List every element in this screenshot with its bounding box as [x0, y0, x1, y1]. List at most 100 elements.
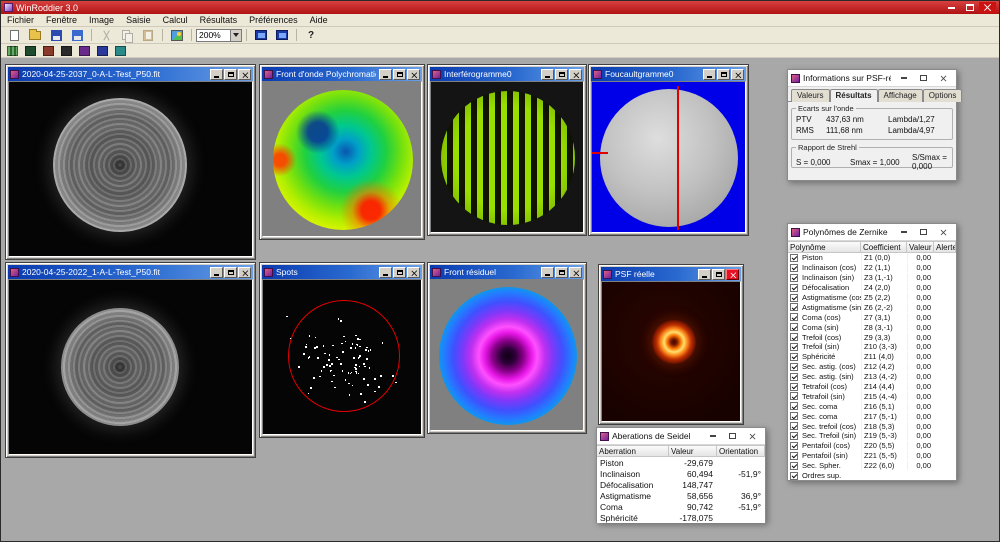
- zernike-row[interactable]: Pentafoil (cos) Z20 (5,5) 0,00: [788, 441, 956, 451]
- close-button[interactable]: [238, 266, 251, 278]
- window-titlebar[interactable]: Interférogramme0: [430, 67, 584, 81]
- zernike-row[interactable]: Défocalisation Z4 (2,0) 0,00: [788, 283, 956, 293]
- column-header[interactable]: Valeur: [907, 241, 934, 253]
- copy-button[interactable]: [117, 28, 137, 43]
- checkbox-checked[interactable]: [790, 402, 798, 411]
- column-header[interactable]: Polynôme: [788, 241, 861, 253]
- maximize-button[interactable]: [393, 266, 406, 278]
- zernike-row[interactable]: Trefoil (sin) Z10 (3,-3) 0,00: [788, 342, 956, 352]
- zernike-row[interactable]: Sec. astig. (cos) Z12 (4,2) 0,00: [788, 362, 956, 372]
- zernike-row[interactable]: Sec. Spher. Z22 (6,0) 0,00: [788, 461, 956, 471]
- info-tab[interactable]: Options: [922, 89, 963, 102]
- column-header[interactable]: Valeur: [669, 445, 717, 457]
- close-button[interactable]: [743, 429, 762, 443]
- column-header[interactable]: Orientation: [717, 445, 765, 457]
- zernike-row[interactable]: Tetrafoil (cos) Z14 (4,4) 0,00: [788, 382, 956, 392]
- app-titlebar[interactable]: WinRoddier 3.0: [1, 1, 999, 14]
- window-titlebar[interactable]: Front résiduel: [430, 265, 584, 279]
- column-header[interactable]: Alerte: [934, 241, 956, 253]
- minimize-button[interactable]: [894, 225, 913, 239]
- close-button[interactable]: [726, 268, 739, 280]
- minimize-button[interactable]: [703, 68, 716, 80]
- zernike-row[interactable]: Sec. coma Z16 (5,1) 0,00: [788, 401, 956, 411]
- tile-windows-button[interactable]: [272, 28, 292, 43]
- zernike-row[interactable]: Astigmatisme (sin) Z6 (2,-2) 0,00: [788, 302, 956, 312]
- chevron-down-icon[interactable]: [230, 29, 241, 41]
- help-button[interactable]: ?: [301, 28, 321, 43]
- minimize-button[interactable]: [541, 68, 554, 80]
- save-all-button[interactable]: [67, 28, 87, 43]
- close-button[interactable]: [569, 68, 582, 80]
- checkbox-checked[interactable]: [790, 441, 798, 450]
- close-button[interactable]: [238, 68, 251, 80]
- view-toggle-button-2[interactable]: [22, 45, 39, 57]
- minimize-button[interactable]: [379, 266, 392, 278]
- maximize-button[interactable]: [712, 268, 725, 280]
- table-row[interactable]: Coma 90,742 -51,9°: [597, 501, 765, 512]
- close-button[interactable]: [407, 68, 420, 80]
- checkbox-checked[interactable]: [790, 461, 798, 470]
- window-titlebar[interactable]: Spots: [262, 265, 422, 279]
- checkbox-checked[interactable]: [790, 422, 798, 431]
- minimize-button[interactable]: [210, 266, 223, 278]
- info-tab[interactable]: Affichage: [877, 89, 923, 102]
- menu-item[interactable]: Aide: [304, 14, 334, 26]
- maximize-button[interactable]: [224, 68, 237, 80]
- zoom-select[interactable]: 200%: [196, 28, 242, 42]
- zernike-row[interactable]: Sec. astig. (sin) Z13 (4,-2) 0,00: [788, 372, 956, 382]
- close-button[interactable]: [979, 2, 996, 13]
- zernike-row[interactable]: Sec. trefoil (cos) Z18 (5,3) 0,00: [788, 421, 956, 431]
- maximize-button[interactable]: [555, 266, 568, 278]
- checkbox-checked[interactable]: [790, 293, 798, 302]
- maximize-button[interactable]: [224, 266, 237, 278]
- window-titlebar[interactable]: Polynômes de Zernike: [788, 224, 956, 241]
- checkbox-checked[interactable]: [790, 471, 798, 480]
- checkbox-checked[interactable]: [790, 303, 798, 312]
- zernike-row[interactable]: Sec. Trefoil (sin) Z19 (5,-3) 0,00: [788, 431, 956, 441]
- window-titlebar[interactable]: Foucaultgramme0: [591, 67, 746, 81]
- checkbox-checked[interactable]: [790, 382, 798, 391]
- zernike-row[interactable]: Sec. coma Z17 (5,-1) 0,00: [788, 411, 956, 421]
- checkbox-checked[interactable]: [790, 333, 798, 342]
- checkbox-checked[interactable]: [790, 392, 798, 401]
- view-toggle-button-5[interactable]: [76, 45, 93, 57]
- zernike-row[interactable]: Pentafoil (sin) Z21 (5,-5) 0,00: [788, 451, 956, 461]
- view-toggle-button-7[interactable]: [112, 45, 129, 57]
- paste-button[interactable]: [138, 28, 158, 43]
- checkbox-checked[interactable]: [790, 283, 798, 292]
- checkbox-checked[interactable]: [790, 352, 798, 361]
- window-titlebar[interactable]: Front d'onde Polychromatique: [262, 67, 422, 81]
- open-file-button[interactable]: [25, 28, 45, 43]
- menu-item[interactable]: Saisie: [120, 14, 157, 26]
- checkbox-checked[interactable]: [790, 253, 798, 262]
- info-tab[interactable]: Valeurs: [791, 89, 830, 102]
- close-button[interactable]: [407, 266, 420, 278]
- menu-item[interactable]: Image: [83, 14, 120, 26]
- menu-item[interactable]: Calcul: [157, 14, 194, 26]
- minimize-button[interactable]: [943, 2, 960, 13]
- image-display-button[interactable]: [167, 28, 187, 43]
- maximize-button[interactable]: [393, 68, 406, 80]
- maximize-button[interactable]: [717, 68, 730, 80]
- minimize-button[interactable]: [703, 429, 722, 443]
- zernike-row[interactable]: Ordres sup.: [788, 471, 956, 481]
- checkbox-checked[interactable]: [790, 313, 798, 322]
- minimize-button[interactable]: [894, 71, 913, 85]
- menu-item[interactable]: Préférences: [243, 14, 304, 26]
- window-titlebar[interactable]: Informations sur PSF-réelle Po...: [788, 70, 956, 87]
- maximize-button[interactable]: [555, 68, 568, 80]
- new-file-button[interactable]: [4, 28, 24, 43]
- view-toggle-button-1[interactable]: [4, 45, 21, 57]
- zernike-row[interactable]: Astigmatisme (cos) Z5 (2,2) 0,00: [788, 293, 956, 303]
- zernike-row[interactable]: Coma (sin) Z8 (3,-1) 0,00: [788, 322, 956, 332]
- view-toggle-button-3[interactable]: [40, 45, 57, 57]
- view-toggle-button-6[interactable]: [94, 45, 111, 57]
- minimize-button[interactable]: [541, 266, 554, 278]
- cut-button[interactable]: [96, 28, 116, 43]
- checkbox-checked[interactable]: [790, 412, 798, 421]
- save-button[interactable]: [46, 28, 66, 43]
- close-button[interactable]: [731, 68, 744, 80]
- table-row[interactable]: Piston -29,679: [597, 457, 765, 468]
- checkbox-checked[interactable]: [790, 431, 798, 440]
- menu-item[interactable]: Résultats: [194, 14, 244, 26]
